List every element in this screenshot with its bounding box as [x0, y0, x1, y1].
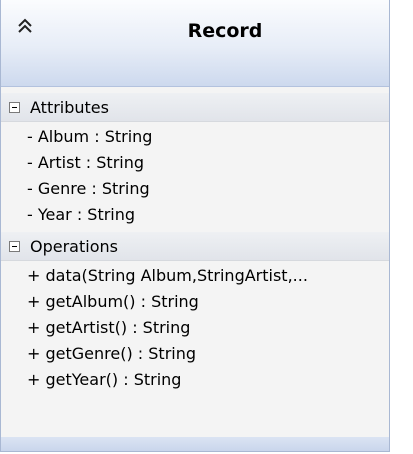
operations-section-header[interactable]: Operations [1, 232, 389, 261]
uml-class-shape[interactable]: Record Attributes - Album : String - Art… [0, 0, 390, 452]
attribute-item[interactable]: - Artist : String [1, 150, 389, 176]
operation-item[interactable]: + data(String Album,StringArtist,... [1, 263, 389, 289]
attributes-section-header[interactable]: Attributes [1, 93, 389, 122]
class-header[interactable]: Record [1, 0, 389, 87]
class-footer [1, 437, 389, 451]
operation-item[interactable]: + getGenre() : String [1, 341, 389, 367]
operation-item[interactable]: + getArtist() : String [1, 315, 389, 341]
attribute-item[interactable]: - Album : String [1, 124, 389, 150]
collapse-toggle-icon[interactable] [9, 101, 20, 113]
operation-item[interactable]: + getYear() : String [1, 367, 389, 393]
attribute-item[interactable]: - Genre : String [1, 176, 389, 202]
operations-label: Operations [30, 236, 118, 256]
operations-list: + data(String Album,StringArtist,... + g… [1, 261, 389, 397]
attribute-item[interactable]: - Year : String [1, 202, 389, 228]
attributes-list: - Album : String - Artist : String - Gen… [1, 122, 389, 232]
collapse-toggle-icon[interactable] [9, 240, 20, 252]
class-name: Record [187, 20, 263, 42]
operation-item[interactable]: + getAlbum() : String [1, 289, 389, 315]
attributes-label: Attributes [30, 97, 109, 117]
